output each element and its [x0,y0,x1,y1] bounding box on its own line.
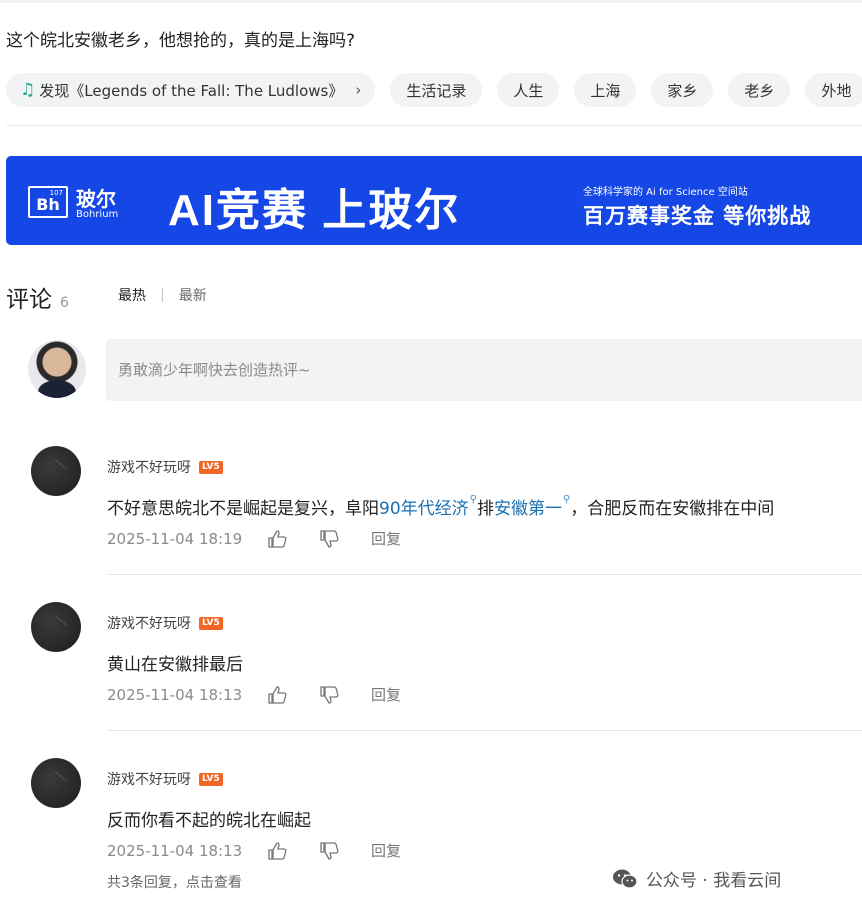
top-border [0,0,862,3]
comment-text: 反而你看不起的皖北在崛起 [107,811,311,831]
comment-meta: 2025-11-04 18:13 回复 [107,840,401,861]
thumbs-down-icon [320,529,339,548]
comment-text-part: 不好意思皖北不是崛起是复兴，阜阳 [107,499,379,519]
thumbs-up-icon [268,841,287,860]
bohrium-logo-icon: 107 Bh [28,186,68,218]
thumbs-up-icon [268,685,287,704]
view-more-replies-link[interactable]: 共3条回复，点击查看 [107,872,242,892]
thumbs-up-icon [268,529,287,548]
comment-divider [107,574,862,575]
avatar[interactable] [31,602,81,652]
comments-title: 评论 [6,287,52,313]
divider [6,125,862,126]
reply-button[interactable]: 回复 [371,684,401,705]
wechat-icon [613,869,638,889]
dislike-button[interactable] [319,529,339,548]
comment-text: 不好意思皖北不是崛起是复兴，阜阳90年代经济⚲排安徽第一⚲，合肥反而在安徽排在中… [107,494,774,519]
reply-button[interactable]: 回复 [371,840,401,861]
logo-en: Bohrium [76,209,119,220]
comment-author[interactable]: 游戏不好玩呀 LV5 [107,769,223,789]
ad-banner[interactable]: 107 Bh 玻尔 Bohrium AI竞赛 上玻尔 全球科学家的 Ai for… [6,156,862,245]
comment-text-part: 排 [476,499,494,519]
thumbs-down-icon [320,685,339,704]
search-icon: ⚲ [469,494,477,505]
reply-button[interactable]: 回复 [371,528,401,549]
comment-time: 2025-11-04 18:13 [107,685,243,704]
comment-author[interactable]: 游戏不好玩呀 LV5 [107,613,223,633]
like-button[interactable] [267,529,287,548]
tag-life-record[interactable]: 生活记录 [390,73,483,107]
sort-switch: 最热 | 最新 [118,285,207,305]
comment-meta: 2025-11-04 18:13 回复 [107,684,401,705]
keyword-link[interactable]: 90年代经济⚲ [379,494,477,519]
tag-fellow[interactable]: 老乡 [728,73,791,107]
author-name: 游戏不好玩呀 [107,616,191,632]
sort-new-tab[interactable]: 最新 [179,285,207,305]
banner-subtitle: 全球科学家的 Ai for Science 空间站 [583,187,748,198]
level-badge: LV5 [199,772,223,786]
post-title: 这个皖北安徽老乡，他想抢的，真的是上海吗? [6,31,356,51]
tag-bar: ♫ 发现《Legends of the Fall: The Ludlows》 ›… [6,73,862,109]
watermark: 公众号 · 我看云间 [612,866,781,891]
logo-cn: 玻尔 [76,187,116,211]
comment-text: 黄山在安徽排最后 [107,655,243,675]
comments-count: 6 [60,295,69,311]
banner-slogan: AI竞赛 上玻尔 [168,186,461,235]
comment-meta: 2025-11-04 18:19 回复 [107,528,401,549]
tag-other-place[interactable]: 外地 [805,73,862,107]
tag-label: 人生 [513,81,544,100]
dislike-button[interactable] [319,685,339,704]
avatar[interactable] [31,446,81,496]
music-note-icon: ♫ [20,80,36,100]
tag-life[interactable]: 人生 [497,73,560,107]
avatar[interactable] [31,758,81,808]
dislike-button[interactable] [319,841,339,860]
page: 这个皖北安徽老乡，他想抢的，真的是上海吗? ♫ 发现《Legends of th… [0,0,862,911]
comment-input[interactable] [106,339,862,401]
thumbs-down-icon [320,841,339,860]
like-button[interactable] [267,685,287,704]
logo-mark: Bh [36,195,60,214]
chevron-right-icon: › [355,81,362,99]
logo-superscript: 107 [49,189,63,197]
tag-music-discovery[interactable]: ♫ 发现《Legends of the Fall: The Ludlows》 › [6,73,376,107]
banner-headline: 百万赛事奖金 等你挑战 [583,204,812,228]
tag-shanghai[interactable]: 上海 [574,73,637,107]
keyword-label: 安徽第一 [493,499,562,519]
sort-hot-tab[interactable]: 最热 [118,285,146,305]
comments-heading: 评论 6 [6,280,69,314]
tag-label: 生活记录 [406,81,467,100]
tag-label: 上海 [590,81,621,100]
like-button[interactable] [267,841,287,860]
tag-label: 外地 [821,81,852,100]
comment-time: 2025-11-04 18:13 [107,841,243,860]
tag-label: 发现《Legends of the Fall: The Ludlows》 [39,81,344,100]
tag-hometown[interactable]: 家乡 [651,73,714,107]
sort-separator: | [160,287,165,303]
watermark-text: 公众号 · 我看云间 [646,871,782,891]
author-name: 游戏不好玩呀 [107,460,191,476]
author-name: 游戏不好玩呀 [107,772,191,788]
level-badge: LV5 [199,460,223,474]
level-badge: LV5 [199,616,223,630]
comment-divider [107,730,862,731]
comment-time: 2025-11-04 18:19 [107,529,243,548]
tag-label: 老乡 [744,81,775,100]
comment-author[interactable]: 游戏不好玩呀 LV5 [107,457,223,477]
comment-text-part: ，合肥反而在安徽排在中间 [570,499,775,519]
keyword-label: 90年代经济 [379,499,469,519]
keyword-link[interactable]: 安徽第一⚲ [493,494,570,519]
tag-label: 家乡 [667,81,698,100]
current-user-avatar[interactable] [28,340,86,398]
